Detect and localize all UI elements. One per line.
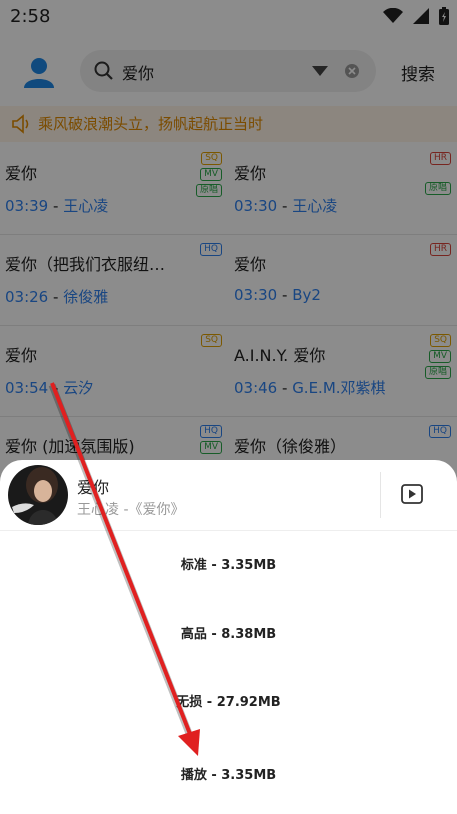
sheet-header: 爱你 王心凌 -《爱你》 (0, 460, 457, 531)
divider (380, 472, 381, 518)
sheet-song-title: 爱你 (77, 478, 110, 497)
sheet-song-subtitle: 王心凌 -《爱你》 (77, 502, 185, 518)
option-play[interactable]: 播放 - 3.35MB (0, 756, 457, 796)
album-art-image (8, 465, 68, 525)
option-lossless[interactable]: 无损 - 27.92MB (0, 683, 457, 723)
option-high-quality[interactable]: 高品 - 8.38MB (0, 615, 457, 655)
option-standard[interactable]: 标准 - 3.35MB (0, 546, 457, 586)
screen: 2:58 爱你 搜索 乘风破浪潮头立，扬帆起航正当时 爱你 03:39 - 王心… (0, 0, 457, 814)
play-video-icon[interactable] (401, 484, 423, 504)
download-sheet: 爱你 王心凌 -《爱你》 标准 - 3.35MB 高品 - 8.38MB 无损 … (0, 460, 457, 814)
album-cover (8, 465, 68, 525)
